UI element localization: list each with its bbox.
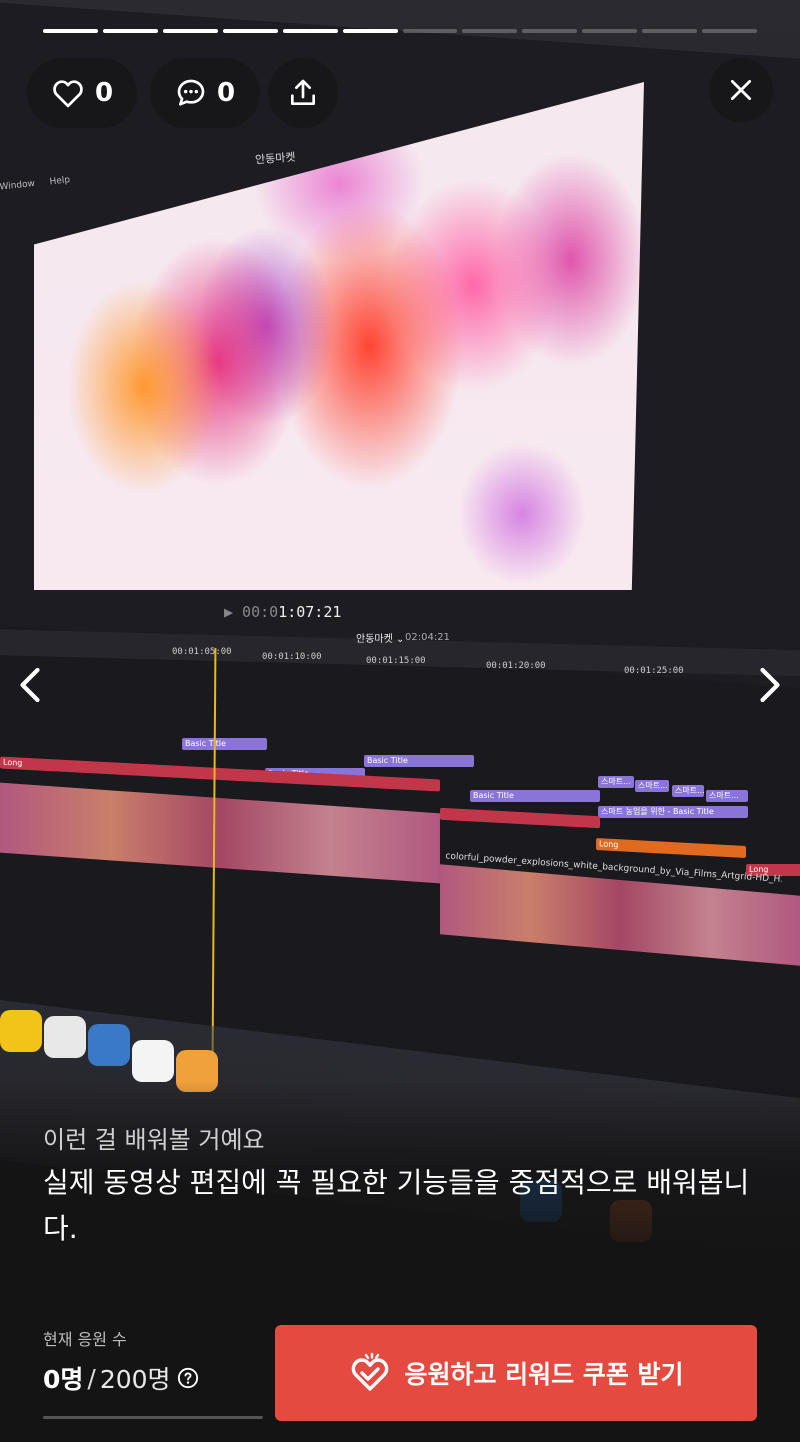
story-progress-segment [582, 29, 638, 33]
ruler-label: 00:01:10:00 [262, 652, 322, 662]
title-clip: Basic Title [470, 790, 600, 802]
comment-icon [177, 79, 205, 106]
previous-button[interactable] [10, 665, 50, 705]
title-clip: Basic Title [182, 738, 267, 750]
app-title: 안동마켓 [254, 150, 296, 167]
timecode: ▶ 00:01:07:21 [224, 603, 342, 621]
story-progress-segment [402, 29, 458, 33]
share-button[interactable] [268, 58, 338, 128]
ruler-label: 00:01:25:00 [624, 666, 684, 676]
story-progress-segment [702, 29, 758, 33]
menu-item-window: Window [0, 178, 36, 193]
heart-hand-icon [352, 1352, 389, 1391]
story-progress [43, 29, 758, 33]
support-separator: / [87, 1363, 96, 1393]
support-progress-bar [43, 1416, 263, 1419]
caption-text: 실제 동영상 편집에 꼭 필요한 기능들을 중점적으로 배워봅니다. [43, 1166, 750, 1245]
caption-label: 이런 걸 배워볼 거예요 [43, 1126, 265, 1154]
close-button[interactable] [709, 58, 773, 122]
support-current: 0명 [43, 1365, 84, 1394]
chevron-left-icon [20, 667, 40, 703]
support-reward-label: 응원하고 리워드 쿠폰 받기 [404, 1360, 684, 1389]
story-progress-segment [342, 29, 398, 33]
app-icon [44, 1016, 86, 1058]
story-progress-segment [43, 29, 98, 33]
title-clip: 스마트... [598, 776, 634, 788]
ruler-label: 00:01:20:00 [486, 661, 546, 671]
story-progress-segment [102, 29, 158, 33]
support-goal: 200명 [99, 1365, 171, 1394]
title-clip: 스마트... [672, 785, 704, 797]
comment-count: 0 [216, 78, 236, 108]
support-label: 현재 응원 수 [43, 1330, 127, 1349]
share-icon [291, 79, 315, 105]
project-duration: 02:04:21 [405, 632, 450, 643]
app-icon [0, 1010, 42, 1052]
story-progress-segment [462, 29, 518, 33]
next-button[interactable] [750, 665, 790, 705]
app-icon [132, 1040, 174, 1082]
ruler-label: 00:01:15:00 [366, 656, 426, 666]
support-reward-button[interactable]: 응원하고 리워드 쿠폰 받기 [275, 1325, 757, 1421]
ruler-label: 00:01:05:00 [172, 647, 232, 657]
title-clip: Basic Title [364, 755, 474, 767]
story-progress-segment [522, 29, 578, 33]
close-icon [730, 79, 752, 101]
menu-item-help: Help [49, 175, 71, 188]
like-button[interactable]: 0 [27, 58, 137, 128]
story-progress-segment [282, 29, 338, 33]
title-clip: 스마트 농업을 위한 - Basic Title [598, 806, 748, 818]
story-progress-segment [642, 29, 698, 33]
support-count: 0명 / 200명 [43, 1360, 199, 1396]
heart-icon [53, 80, 83, 108]
project-name: 안동마켓 ⌄ [356, 634, 405, 645]
like-count: 0 [94, 78, 114, 108]
app-icon [88, 1024, 130, 1066]
help-icon[interactable] [177, 1367, 199, 1389]
story-progress-segment [222, 29, 278, 33]
title-clip: 스마트... [706, 790, 748, 802]
title-clip: 스마트... [635, 780, 669, 792]
comment-button[interactable]: 0 [150, 58, 260, 128]
chevron-right-icon [760, 667, 780, 703]
story-progress-segment [162, 29, 218, 33]
